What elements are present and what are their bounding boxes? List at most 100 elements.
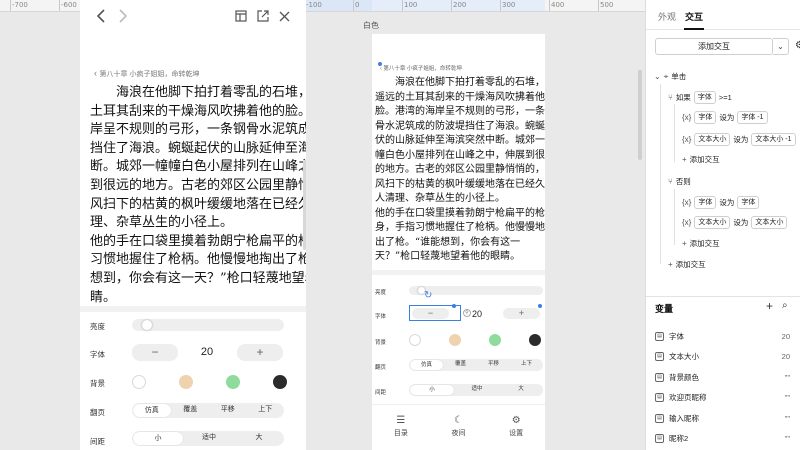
reader-bg-color-swatch[interactable] bbox=[273, 375, 287, 389]
variable-type-icon: ▤ bbox=[655, 331, 664, 341]
spacing-option[interactable]: 大 bbox=[234, 431, 284, 446]
artboard-page-flip-option[interactable]: 上下 bbox=[510, 359, 543, 371]
back-icon[interactable] bbox=[96, 9, 106, 26]
artboard-bg-color-swatch[interactable] bbox=[489, 334, 501, 346]
set-variable-row-2[interactable]: {x} 文本大小 设为 文本大小 -1 bbox=[682, 133, 796, 146]
action-2-variable-chip[interactable]: 文本大小 bbox=[694, 133, 731, 146]
artboard-spacing-option[interactable]: 适中 bbox=[455, 384, 499, 396]
open-external-icon[interactable] bbox=[257, 9, 269, 25]
add-nested-interaction[interactable]: + 添加交互 bbox=[682, 154, 720, 165]
spacing-option[interactable]: 适中 bbox=[184, 431, 234, 446]
artboard-flip-segmented[interactable]: 仿真 覆盖 平移 上下 bbox=[409, 359, 543, 371]
artboard-spacing-option[interactable]: 大 bbox=[499, 384, 543, 396]
canvas-scrollbar[interactable] bbox=[638, 70, 642, 160]
add-nested-label: 添加交互 bbox=[689, 155, 720, 164]
chapter-breadcrumb[interactable]: ‹ 第八十章 小疯子姐姐，命转乾坤 bbox=[94, 68, 199, 79]
add-interaction-dropdown[interactable]: ⌄ bbox=[773, 38, 789, 55]
brightness-label: 亮度 bbox=[90, 322, 105, 331]
artboard-phone[interactable]: ‹ 第八十章 小疯子姐姐，命转乾坤 海浪在他脚下拍打着零乱的石堆，从遥远的土耳其… bbox=[372, 34, 545, 450]
artboard-bg-color-swatch[interactable] bbox=[449, 334, 461, 346]
moon-icon: ☾ bbox=[454, 415, 463, 426]
page-flip-option[interactable]: 仿真 bbox=[133, 404, 171, 417]
add-root-label: 添加交互 bbox=[675, 260, 706, 269]
variable-icon: {x} bbox=[682, 113, 692, 122]
minus-icon: − bbox=[151, 345, 159, 359]
variable-row[interactable]: ▤ 文本大小 20 bbox=[655, 350, 790, 364]
variable-row[interactable]: ▤ 昵称2 "" bbox=[655, 432, 790, 446]
artboard-spacing-label: 间距 bbox=[375, 390, 387, 396]
artboard-chapter-breadcrumb[interactable]: ‹ 第八十章 小疯子姐姐，命转乾坤 bbox=[380, 64, 462, 72]
variable-row[interactable]: ▤ 字体 20 bbox=[655, 329, 790, 343]
artboard-page-flip-option[interactable]: 仿真 bbox=[410, 360, 443, 370]
list-icon: ☰ bbox=[396, 415, 406, 426]
set-variable-row-4[interactable]: {x} 文本大小 设为 文本大小 bbox=[682, 216, 788, 229]
artboard-page-flip-option[interactable]: 覆盖 bbox=[444, 359, 477, 371]
tab-appearance[interactable]: 外观 bbox=[658, 10, 676, 23]
minus-icon: − bbox=[427, 308, 434, 318]
artboard-spacing-segmented[interactable]: 小适中大 bbox=[409, 384, 543, 396]
tab-interaction[interactable]: 交互 bbox=[685, 10, 703, 23]
reader-bg-color-swatch[interactable] bbox=[179, 375, 193, 389]
forward-icon[interactable] bbox=[118, 9, 128, 26]
action-1-variable-chip[interactable]: 字体 bbox=[694, 111, 717, 124]
refresh-icon[interactable]: ↻ bbox=[424, 290, 432, 301]
brightness-slider-knob[interactable] bbox=[142, 320, 153, 330]
add-interaction-button[interactable]: 添加交互 bbox=[655, 38, 773, 55]
plus-icon: + bbox=[682, 239, 687, 248]
font-decrease-button[interactable]: − bbox=[132, 344, 178, 361]
variable-row[interactable]: ▤ 背景颜色 "" bbox=[655, 370, 790, 384]
tree-line bbox=[674, 104, 675, 162]
variable-value: "" bbox=[784, 434, 790, 443]
if-row[interactable]: ⑂ 如果 字体 >=1 bbox=[668, 91, 732, 104]
nav-night[interactable]: ☾ 夜间 bbox=[430, 405, 488, 450]
add-variable-icon[interactable]: + bbox=[766, 299, 773, 313]
background-label: 背景 bbox=[90, 379, 105, 388]
action-1-value-chip[interactable]: 字体 -1 bbox=[737, 111, 768, 124]
trigger-row[interactable]: ⌄ ⌖ 单击 bbox=[654, 71, 686, 82]
brightness-slider[interactable] bbox=[132, 319, 284, 331]
variable-row[interactable]: ▤ 欢迎页昵称 "" bbox=[655, 391, 790, 405]
artboard-page-flip-option[interactable]: 平移 bbox=[477, 359, 510, 371]
action-3-variable-chip[interactable]: 字体 bbox=[694, 196, 717, 209]
settings-gear-icon[interactable]: ⚙ bbox=[795, 40, 800, 51]
artboard-bg-color-swatch[interactable] bbox=[529, 334, 541, 346]
condition-variable-chip[interactable]: 字体 bbox=[693, 91, 716, 104]
search-icon[interactable]: ⌕ bbox=[782, 300, 788, 311]
page-flip-option[interactable]: 平移 bbox=[209, 403, 247, 418]
reader-bg-color-swatch[interactable] bbox=[132, 375, 146, 389]
action-4-variable-chip[interactable]: 文本大小 bbox=[694, 216, 731, 229]
artboard-font-increase-button[interactable]: + bbox=[503, 308, 540, 319]
layout-icon[interactable] bbox=[235, 9, 247, 25]
spacing-segmented[interactable]: 小适中大 bbox=[132, 431, 284, 446]
text-scrollbar[interactable] bbox=[303, 160, 306, 250]
ruler-label: 500 bbox=[600, 1, 614, 9]
artboard-bottom-nav: ☰ 目录 ☾ 夜间 ⚙ 设置 bbox=[372, 404, 545, 450]
variable-icon: {x} bbox=[682, 135, 692, 144]
reader-bg-color-swatch[interactable] bbox=[226, 375, 240, 389]
set-word: 设为 bbox=[719, 198, 735, 207]
page-flip-option[interactable]: 上下 bbox=[247, 403, 285, 418]
set-variable-row-1[interactable]: {x} 字体 设为 字体 -1 bbox=[682, 111, 768, 124]
close-icon[interactable] bbox=[279, 9, 290, 25]
variables-divider bbox=[646, 296, 800, 297]
artboard-name[interactable]: 白色 bbox=[363, 20, 379, 31]
else-row[interactable]: ⑂ 否则 bbox=[668, 176, 691, 187]
spacing-option[interactable]: 小 bbox=[133, 432, 183, 445]
action-2-value-chip[interactable]: 文本大小 -1 bbox=[751, 133, 796, 146]
font-increase-button[interactable]: + bbox=[237, 344, 283, 361]
nav-settings[interactable]: ⚙ 设置 bbox=[487, 405, 545, 450]
add-root-interaction[interactable]: + 添加交互 bbox=[668, 259, 706, 270]
variable-name: 欢迎页昵称 bbox=[669, 393, 707, 402]
artboard-font-decrease-button[interactable]: − bbox=[412, 308, 449, 319]
page-flip-option[interactable]: 覆盖 bbox=[172, 403, 210, 418]
variable-row[interactable]: ▤ 输入昵称 "" bbox=[655, 411, 790, 425]
action-3-value-chip[interactable]: 字体 bbox=[737, 196, 760, 209]
page-flip-segmented[interactable]: 仿真 覆盖 平移 上下 bbox=[132, 403, 284, 418]
action-4-value-chip[interactable]: 文本大小 bbox=[751, 216, 788, 229]
add-nested-interaction-2[interactable]: + 添加交互 bbox=[682, 238, 720, 249]
set-variable-row-3[interactable]: {x} 字体 设为 字体 bbox=[682, 196, 760, 209]
artboard-spacing-option[interactable]: 小 bbox=[410, 385, 454, 395]
nav-toc[interactable]: ☰ 目录 bbox=[372, 405, 430, 450]
if-label: 如果 bbox=[675, 93, 691, 102]
artboard-bg-color-swatch[interactable] bbox=[409, 334, 421, 346]
